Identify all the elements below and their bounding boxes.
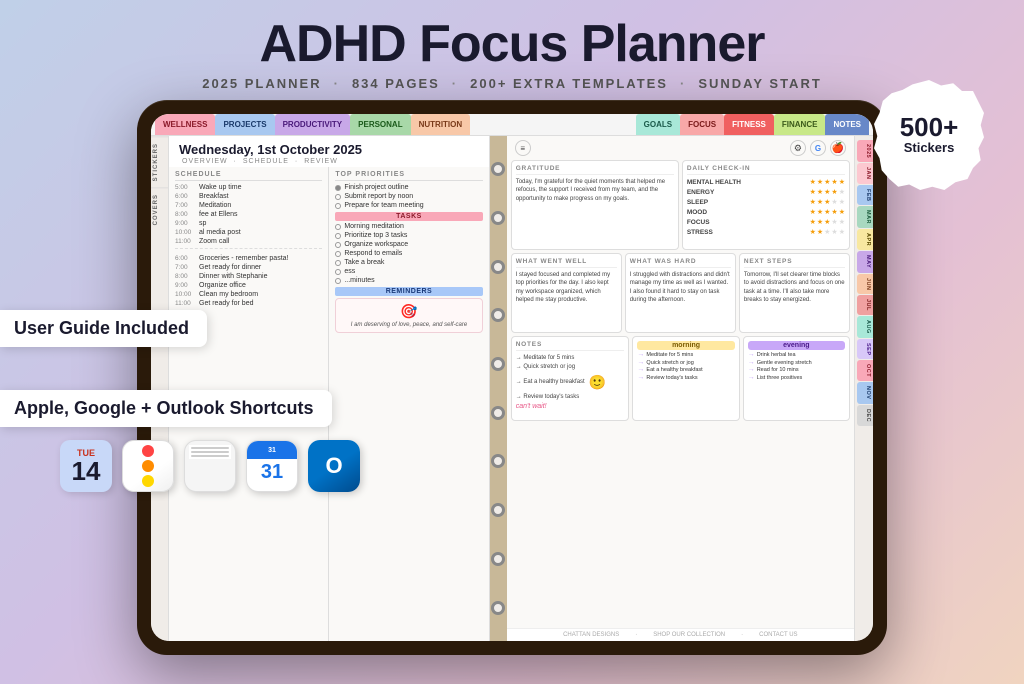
day-nav: OVERVIEW · SCHEDULE · REVIEW	[179, 158, 479, 165]
priority-item: Prepare for team meeting	[335, 202, 482, 209]
app-icons-row: TUE 14 31 31 O	[60, 440, 360, 492]
day-title: Wednesday, 1st October 2025	[179, 142, 479, 157]
schedule-item: 7:00Get ready for dinner	[175, 264, 322, 271]
reminders-app-icon[interactable]	[122, 440, 174, 492]
right-tab-jun[interactable]: JUN	[857, 274, 873, 295]
tab-bar: WELLNESS PROJECTS PRODUCTIVITY PERSONAL …	[151, 114, 873, 136]
schedule-item: 11:00Zoom call	[175, 238, 322, 245]
right-tab-dec[interactable]: DEC	[857, 405, 873, 426]
morning-item: →Review today's tasks	[637, 375, 734, 381]
morning-item: →Meditate for 5 mins	[637, 352, 734, 358]
tab-notes[interactable]: NOTES	[825, 114, 869, 135]
task-item: Take a break	[335, 259, 482, 266]
schedule-item: 8:00fee at Ellens	[175, 211, 322, 218]
what-went-well-box: WHAT WENT WELL I stayed focused and comp…	[511, 253, 622, 333]
page-title: ADHD Focus Planner	[0, 18, 1024, 70]
right-tab-aug[interactable]: AUG	[857, 316, 873, 338]
schedule-item: 10:00al media post	[175, 229, 322, 236]
task-item: Prioritize top 3 tasks	[335, 232, 482, 239]
task-item: Respond to emails	[335, 250, 482, 257]
morning-item: →Eat a healthy breakfast	[637, 367, 734, 373]
right-tab-feb[interactable]: FEB	[857, 185, 873, 206]
schedule-item: 11:00Get ready for bed	[175, 300, 322, 307]
right-tab-year[interactable]: 2025	[857, 140, 873, 162]
schedule-item: 6:00Groceries - remember pasta!	[175, 255, 322, 262]
affirmation-text: I am deserving of love, peace, and self-…	[351, 322, 467, 328]
date-widget: TUE 14	[60, 440, 112, 492]
right-tab-sep[interactable]: SEP	[857, 339, 873, 360]
tab-projects[interactable]: PROJECTS	[215, 114, 274, 135]
task-item: ess	[335, 268, 482, 275]
evening-item: →Gentle evening stretch	[748, 360, 845, 366]
task-item: Morning meditation	[335, 223, 482, 230]
notes-box: NOTES → Meditate for 5 mins → Quick stre…	[511, 336, 630, 421]
right-tab-may[interactable]: MAY	[857, 251, 873, 272]
menu-icon[interactable]: ≡	[515, 140, 531, 156]
schedule-item: 6:00Breakfast	[175, 193, 322, 200]
tab-productivity[interactable]: PRODUCTIVITY	[275, 114, 351, 135]
tab-wellness[interactable]: WELLNESS	[155, 114, 215, 135]
next-steps-box: NEXT STEPS Tomorrow, I'll set clearer ti…	[739, 253, 850, 333]
task-item: ...minutes	[335, 277, 482, 284]
priority-item: Finish project outline	[335, 184, 482, 191]
daily-checkin-box: DAILY CHECK-IN MENTAL HEALTH ★★★★★ ENERG…	[682, 160, 850, 250]
tasks-label: TASKS	[335, 212, 482, 221]
apple-icon[interactable]: 🍎	[830, 140, 846, 156]
right-tab-jul[interactable]: JUL	[857, 295, 873, 315]
settings-icon[interactable]: ⚙	[790, 140, 806, 156]
tablet-footer: CHATTAN DESIGNS · SHOP OUR COLLECTION · …	[507, 628, 854, 641]
right-tab-mar[interactable]: MAR	[857, 206, 873, 228]
google-icon[interactable]: G	[810, 140, 826, 156]
ring-binder	[490, 136, 507, 641]
morning-box: morning →Meditate for 5 mins →Quick stre…	[632, 336, 739, 421]
tab-finance[interactable]: FINANCE	[774, 114, 826, 135]
schedule-item: 10:00Clean my bedroom	[175, 291, 322, 298]
evening-item: →Read for 10 mins	[748, 367, 845, 373]
right-top-icons: ≡ ⚙ G 🍎	[507, 136, 854, 160]
tab-personal[interactable]: PERSONAL	[350, 114, 410, 135]
side-labels: STICKERS COVERS	[151, 136, 169, 641]
schedule-item: 5:00Wake up time	[175, 184, 322, 191]
tab-fitness[interactable]: FITNESS	[724, 114, 774, 135]
right-tab-apr[interactable]: APR	[857, 229, 873, 250]
right-tab-jan[interactable]: JAN	[857, 163, 873, 184]
right-tabs: 2025 JAN FEB MAR APR MAY JUN JUL AUG SEP…	[854, 136, 873, 641]
google-calendar-icon[interactable]: 31 31	[246, 440, 298, 492]
tab-nutrition[interactable]: NUTRITION	[411, 114, 471, 135]
tab-goals[interactable]: GOALS	[636, 114, 680, 135]
schedule-item: 7:00Meditation	[175, 202, 322, 209]
tab-focus[interactable]: FOCUS	[680, 114, 724, 135]
schedule-item: 9:00Organize office	[175, 282, 322, 289]
user-guide-badge: User Guide Included	[0, 310, 207, 347]
schedule-header: SCHEDULE	[175, 171, 322, 181]
right-tab-nov[interactable]: NOV	[857, 382, 873, 403]
evening-box: evening →Drink herbal tea →Gentle evenin…	[743, 336, 850, 421]
right-tab-oct[interactable]: OCT	[857, 360, 873, 381]
task-item: Organize workspace	[335, 241, 482, 248]
morning-item: →Quick stretch or jog	[637, 360, 734, 366]
schedule-item: 9:00sp	[175, 220, 322, 227]
sticker-badge: 500+ Stickers	[874, 80, 984, 190]
subtitle-bar: 2025 PLANNER · 834 PAGES · 200+ EXTRA TE…	[0, 76, 1024, 91]
priorities-header: TOP PRIORITIES	[335, 171, 482, 181]
reminders-label: REMINDERS	[335, 287, 482, 296]
notes-app-icon[interactable]	[184, 440, 236, 492]
shortcuts-badge: Apple, Google + Outlook Shortcuts	[0, 390, 332, 427]
evening-item: →List three positives	[748, 375, 845, 381]
schedule-item: 8:00Dinner with Stephanie	[175, 273, 322, 280]
gratitude-box: GRATITUDE Today, I'm grateful for the qu…	[511, 160, 679, 250]
evening-item: →Drink herbal tea	[748, 352, 845, 358]
outlook-icon[interactable]: O	[308, 440, 360, 492]
priority-item: Submit report by noon	[335, 193, 482, 200]
what-was-hard-box: WHAT WAS HARD I struggled with distracti…	[625, 253, 736, 333]
